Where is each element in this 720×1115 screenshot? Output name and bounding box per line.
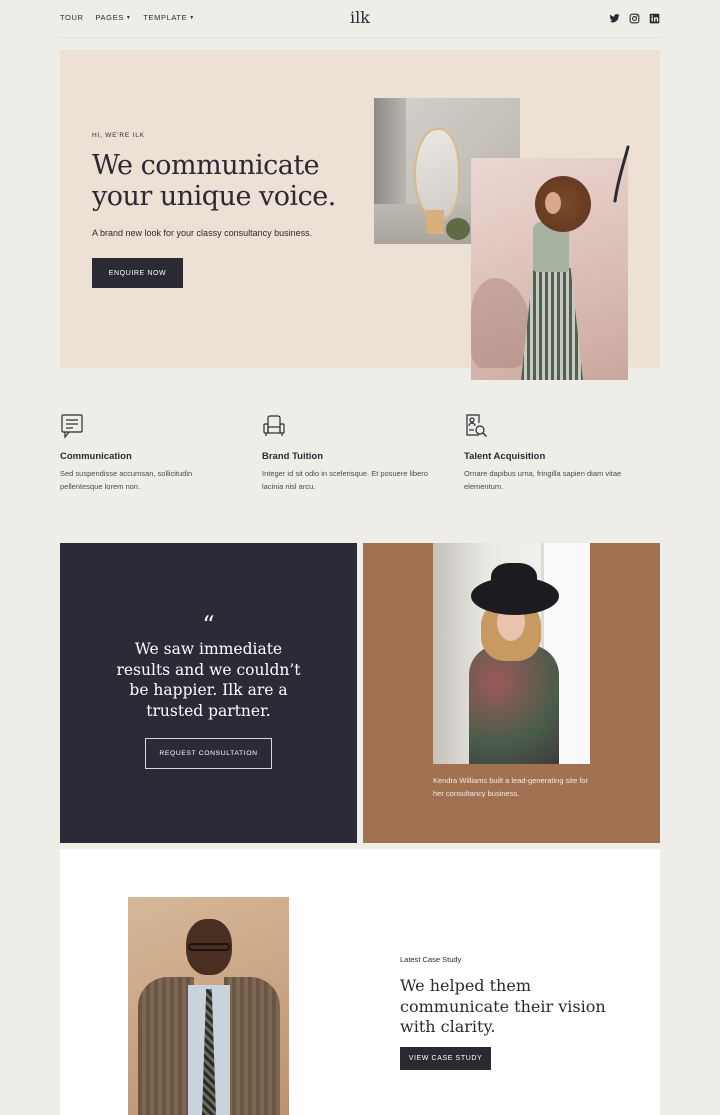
nav-item-label: TOUR xyxy=(60,13,84,22)
case-study-title: We helped them communicate their vision … xyxy=(400,976,606,1036)
feature-text: Sed suspendisse accumsan, sollicitudin p… xyxy=(60,469,193,491)
hero-section: HI, WE'RE ILK We communicate your unique… xyxy=(60,50,660,380)
client-photo-panel: Kendra Williams built a lead-generating … xyxy=(363,543,660,843)
caret-down-icon: ▼ xyxy=(125,14,132,21)
message-board-icon xyxy=(60,413,230,439)
photo-caption: Kendra Williams built a lead-generating … xyxy=(433,776,589,798)
smiling-man-photo xyxy=(128,897,289,1115)
feature-title: Talent Acquisition xyxy=(464,451,546,462)
document-search-icon xyxy=(464,413,634,439)
testimonial-panel: “ We saw immediate results and we couldn… xyxy=(60,543,357,843)
case-study-section: Latest Case Study We helped them communi… xyxy=(60,849,660,1115)
view-case-study-button[interactable]: VIEW CASE STUDY xyxy=(400,1047,491,1070)
armchair-icon xyxy=(262,413,432,439)
feature-brand-tuition: Brand Tuition Integer id sit odio in sce… xyxy=(262,413,432,493)
nav-item-pages[interactable]: PAGES ▼ xyxy=(96,13,132,22)
enquire-now-button[interactable]: ENQUIRE NOW xyxy=(92,258,183,288)
instagram-icon[interactable] xyxy=(629,13,640,24)
hero-eyebrow: HI, WE'RE ILK xyxy=(92,132,145,139)
quote-icon: “ xyxy=(202,611,215,639)
caret-down-icon: ▼ xyxy=(189,14,195,21)
site-logo[interactable]: ilk xyxy=(350,8,370,27)
site-header: TOUR PAGES ▼ TEMPLATE ▼ ilk xyxy=(60,0,660,38)
nav-item-tour[interactable]: TOUR xyxy=(60,13,84,22)
nav-item-label: PAGES xyxy=(95,13,124,22)
feature-text: Ornare dapibus urna, fringilla sapien di… xyxy=(464,469,622,491)
social-links xyxy=(609,13,660,24)
request-consultation-button[interactable]: REQUEST CONSULTATION xyxy=(145,738,272,769)
case-study-eyebrow: Latest Case Study xyxy=(400,955,462,964)
main-nav: TOUR PAGES ▼ TEMPLATE ▼ xyxy=(60,13,195,22)
testimonial-quote: We saw immediate results and we couldn’t… xyxy=(116,640,301,720)
brush-stroke-decoration xyxy=(613,145,630,203)
woman-striped-pants-photo xyxy=(471,158,628,380)
feature-talent-acquisition: Talent Acquisition Ornare dapibus urna, … xyxy=(464,413,634,493)
woman-with-hat-photo xyxy=(433,543,590,764)
hero-subtitle: A brand new look for your classy consult… xyxy=(92,228,313,238)
nav-item-template[interactable]: TEMPLATE ▼ xyxy=(143,13,194,22)
feature-title: Communication xyxy=(60,451,132,462)
linkedin-icon[interactable] xyxy=(649,13,660,24)
twitter-icon[interactable] xyxy=(609,13,620,24)
feature-text: Integer id sit odio in scelerisque. Et p… xyxy=(262,469,428,491)
feature-title: Brand Tuition xyxy=(262,451,324,462)
nav-item-label: TEMPLATE xyxy=(143,13,188,22)
hero-title: We communicate your unique voice. xyxy=(92,150,336,212)
feature-communication: Communication Sed suspendisse accumsan, … xyxy=(60,413,230,493)
